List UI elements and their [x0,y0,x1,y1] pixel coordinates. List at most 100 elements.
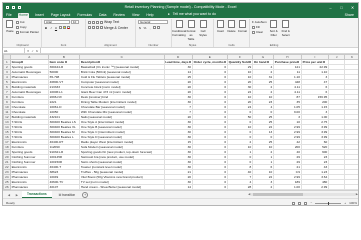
format-as-table-button[interactable]: Format as Table [186,20,196,41]
autosum-button[interactable]: Σ AutoSum [252,20,267,24]
ribbon-tab-1[interactable]: Home [17,13,29,18]
normal-view-icon[interactable] [292,201,296,205]
tell-me-box[interactable]: ● Tell me what you want to do [166,12,218,18]
cell-styles-button[interactable]: Cell Styles [198,20,208,37]
page-layout-view-icon[interactable] [298,201,302,205]
filter-dropdown-icon[interactable] [297,61,300,64]
cell[interactable] [328,184,346,190]
ribbon-tab-3[interactable]: Page Layout [50,13,72,18]
scroll-left-icon[interactable]: ◀ [248,192,250,196]
filter-dropdown-icon[interactable] [21,61,24,64]
column-title-cell[interactable]: Order cycle, months [191,59,228,65]
fx-icon[interactable]: fx [36,49,38,53]
underline-button[interactable]: U [54,26,58,30]
sheet-tab-1[interactable]: Id transition [54,192,80,198]
font-name-dropdown[interactable]: Arial [44,20,70,24]
zoom-slider[interactable] [315,201,342,205]
cell[interactable]: 14 [163,184,193,190]
ribbon-tab-2[interactable]: Insert [34,13,45,18]
align-center-icon[interactable] [92,26,95,29]
filter-dropdown-icon[interactable] [322,61,325,64]
increase-decimal-icon[interactable] [153,26,156,29]
font-size-dropdown[interactable]: 10 [71,20,79,24]
insert-cells-button[interactable]: Insert [216,20,225,33]
paste-button[interactable]: Paste [6,20,14,33]
add-sheet-icon[interactable]: + [82,191,89,198]
decrease-decimal-icon[interactable] [157,26,160,29]
cell[interactable]: 2 [252,184,274,190]
fill-button[interactable]: Fill [252,25,267,29]
cell[interactable]: 0 [191,184,228,190]
cell[interactable]: 300400 Beatles M [47,129,81,135]
ribbon-tab-7[interactable]: View [131,13,141,18]
delete-cells-button[interactable]: Delete [227,20,236,33]
cell[interactable]: 1.00 [272,184,302,190]
close-button[interactable]: ✕ [347,3,358,11]
wrap-text-button[interactable]: Wrap Text [104,20,119,24]
currency-button[interactable]: $ [138,26,142,30]
zoom-in-icon[interactable]: + [344,201,346,205]
cell[interactable]: 40107 [47,184,81,190]
zoom-out-icon[interactable]: − [310,201,312,205]
page-break-view-icon[interactable] [304,201,308,205]
filter-dropdown-icon[interactable] [249,61,252,64]
clear-button[interactable]: Clear [252,30,267,34]
align-middle-icon[interactable] [92,20,95,24]
ribbon-tab-8[interactable]: Help [145,13,154,18]
copy-button[interactable]: Copy [15,25,39,29]
sort-filter-button[interactable]: Sort & Filter [269,20,279,37]
bold-button[interactable]: B [44,26,48,30]
indent-icon[interactable] [100,26,103,29]
prev-sheet-icon[interactable]: ◀ [6,193,12,197]
scroll-track[interactable] [251,192,355,196]
align-left-icon[interactable] [88,26,91,29]
enter-icon[interactable]: ✓ [31,49,34,53]
row-header[interactable]: 26 [3,184,11,190]
column-title-cell[interactable]: Purchase price [272,59,302,65]
merge-center-button[interactable]: Merge & Center [104,26,128,30]
conditional-formatting-button[interactable]: Conditional Formatting [172,20,186,37]
ribbon-tab-6[interactable]: Review [112,13,125,18]
filter-dropdown-icon[interactable] [266,61,269,64]
cell[interactable]: Pharmacies [9,184,49,190]
filter-dropdown-icon[interactable] [98,61,101,64]
sheet-tab-0[interactable]: Transactions [22,191,52,198]
name-box[interactable]: A1 [3,48,25,53]
column-title-cell[interactable]: Lead time, days [163,59,193,65]
format-painter-button[interactable]: Format Painter [15,30,39,34]
column-title-cell[interactable]: Price per unit [300,59,330,65]
scroll-thumb[interactable] [253,192,304,196]
align-bottom-icon[interactable] [96,20,99,24]
minimize-button[interactable]: – [325,3,336,11]
cell[interactable]: Hand cream - Shea Butter [seasonal model… [79,184,165,190]
borders-icon[interactable] [59,25,62,29]
share-button[interactable]: Share [344,13,358,18]
comma-button[interactable]: , [148,26,152,30]
cut-button[interactable]: Cut [15,20,39,24]
font-color-icon[interactable] [67,25,70,29]
cell[interactable]: 2.99 [300,184,330,190]
find-select-button[interactable]: Find & Select [281,20,291,37]
filter-dropdown-icon[interactable] [224,61,227,64]
cell[interactable]: 300400 Beatles LS [47,119,81,125]
worksheet-grid[interactable]: ABCDEFGHIJK 1 Group Item code Description Le… [3,54,358,190]
italic-button[interactable]: I [49,26,53,30]
align-top-icon[interactable] [88,20,91,24]
format-cells-button[interactable]: Format [238,20,247,33]
number-format-dropdown[interactable]: General [138,20,168,24]
cell[interactable]: 28 [226,184,254,190]
formula-input[interactable] [41,48,358,53]
filter-dropdown-icon[interactable] [64,61,67,64]
ribbon-tab-4[interactable]: Formulas [76,13,93,18]
percent-button[interactable]: % [143,26,147,30]
cell[interactable]: Sporting goods Kit [new product, top-dow… [79,149,165,155]
align-right-icon[interactable] [96,26,99,29]
orientation-icon[interactable] [100,20,103,24]
fill-color-icon[interactable] [63,25,66,29]
next-sheet-icon[interactable]: ▶ [14,193,20,197]
ribbon-tab-0[interactable]: File [5,13,13,18]
cell[interactable]: 300400 Beatles XL [47,124,81,130]
cancel-icon[interactable]: ✕ [27,49,30,53]
cell[interactable] [344,184,358,190]
scroll-right-icon[interactable]: ▶ [356,192,358,196]
